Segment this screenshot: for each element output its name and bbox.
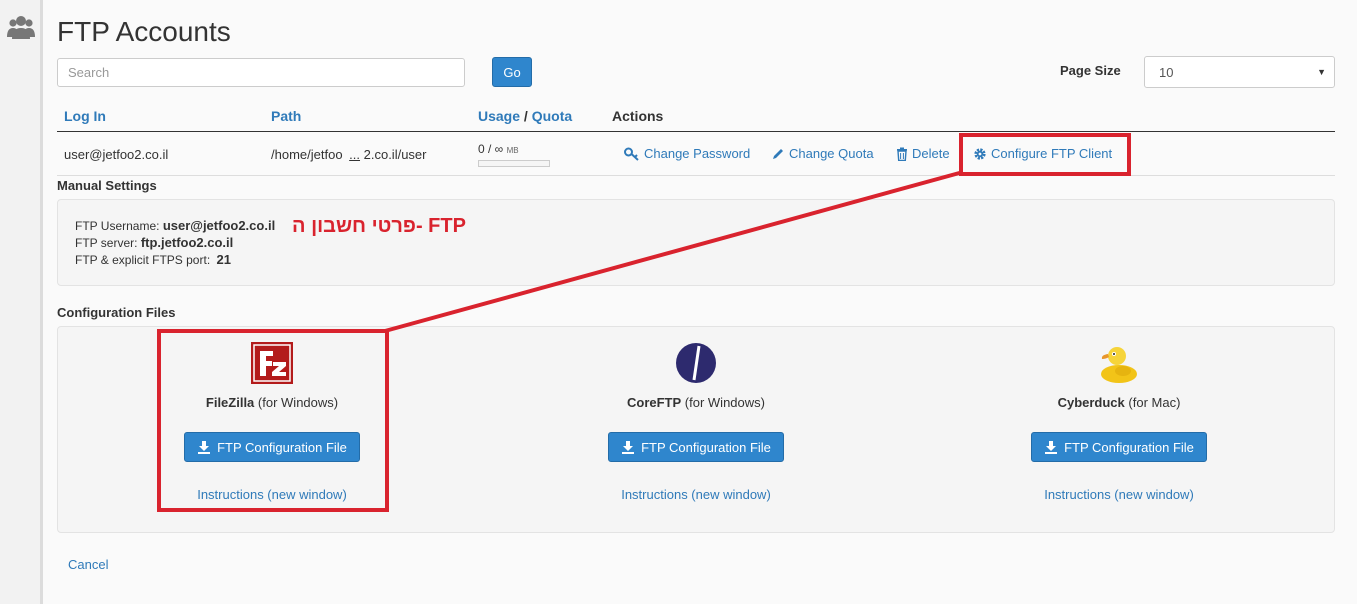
left-nav-rail	[0, 0, 43, 604]
download-button-label: FTP Configuration File	[1064, 439, 1194, 455]
coreftp-download-button[interactable]: FTP Configuration File	[608, 432, 784, 462]
coreftp-logo-icon	[676, 343, 716, 383]
delete-label: Delete	[912, 146, 950, 161]
change-password-link[interactable]: Change Password	[624, 146, 750, 161]
column-header-quota[interactable]: Quota	[532, 108, 572, 124]
change-quota-label: Change Quota	[789, 146, 874, 161]
configuration-files-title: Configuration Files	[57, 305, 176, 320]
coreftp-instructions-link[interactable]: Instructions (new window)	[566, 487, 826, 502]
key-icon	[624, 147, 639, 161]
account-path: /home/jetfoo ... 2.co.il/user	[271, 147, 427, 162]
account-path-end: 2.co.il/user	[360, 147, 427, 162]
client-platform: (for Windows)	[684, 395, 765, 410]
usage-progress-bar	[478, 160, 550, 167]
table-row-divider	[57, 175, 1335, 176]
download-button-label: FTP Configuration File	[641, 439, 771, 455]
usage-value: 0 / ∞	[478, 142, 504, 156]
column-header-usage[interactable]: Usage	[478, 108, 520, 124]
highlight-box-filezilla	[157, 329, 389, 512]
client-name: Cyberduck	[1057, 395, 1125, 410]
column-header-path[interactable]: Path	[271, 108, 301, 124]
change-quota-link[interactable]: Change Quota	[771, 146, 874, 161]
annotation-note: פרטי חשבון ה- FTP	[292, 215, 466, 237]
go-button[interactable]: Go	[492, 57, 532, 87]
ftp-username-value: user@jetfoo2.co.il	[162, 218, 276, 233]
ftp-server-line: FTP server: ftp.jetfoo2.co.il	[75, 235, 233, 250]
manual-settings-title: Manual Settings	[57, 178, 157, 193]
pencil-icon	[773, 148, 783, 159]
path-expand-link[interactable]: ...	[349, 147, 360, 162]
ftp-server-label: FTP server:	[75, 236, 138, 250]
manual-settings-panel	[57, 199, 1335, 286]
change-password-label: Change Password	[644, 146, 751, 161]
cyberduck-instructions-link[interactable]: Instructions (new window)	[989, 487, 1249, 502]
search-input[interactable]	[57, 58, 465, 87]
ftp-port-label: FTP & explicit FTPS port:	[75, 253, 211, 267]
column-header-actions: Actions	[612, 108, 664, 124]
users-icon[interactable]	[7, 13, 35, 41]
column-header-usage-quota: Usage / Quota	[478, 108, 572, 124]
account-path-start: /home/jetfoo	[271, 147, 343, 162]
client-card-cyberduck: Cyberduck (for Mac) FTP Configuration Fi…	[989, 340, 1249, 502]
chevron-down-icon: ▼	[1317, 67, 1326, 77]
cyberduck-logo-icon	[1101, 347, 1137, 383]
page-size-select[interactable]: 10 ▼	[1144, 56, 1335, 88]
trash-icon	[897, 147, 907, 161]
page-title: FTP Accounts	[57, 16, 231, 47]
highlight-box-configure	[959, 133, 1131, 176]
client-name-line: CoreFTP (for Windows)	[566, 395, 826, 410]
ftp-port-line: FTP & explicit FTPS port: 21	[75, 252, 231, 267]
ftp-server-value: ftp.jetfoo2.co.il	[140, 235, 234, 250]
cancel-link[interactable]: Cancel	[68, 557, 108, 572]
ftp-username-label: FTP Username:	[75, 219, 160, 233]
usage-unit: MB	[506, 146, 519, 155]
usage-text: 0 / ∞ MB	[478, 142, 519, 156]
column-header-separator: /	[523, 108, 528, 124]
cyberduck-download-button[interactable]: FTP Configuration File	[1031, 432, 1207, 462]
ftp-username-line: FTP Username: user@jetfoo2.co.il	[75, 218, 275, 233]
download-icon	[1045, 441, 1058, 454]
client-card-coreftp: CoreFTP (for Windows) FTP Configuration …	[566, 340, 826, 502]
delete-link[interactable]: Delete	[896, 146, 950, 161]
client-name-line: Cyberduck (for Mac)	[989, 395, 1249, 410]
client-platform: (for Mac)	[1128, 395, 1181, 410]
download-icon	[622, 441, 635, 454]
table-header-divider	[57, 131, 1335, 132]
column-header-login[interactable]: Log In	[64, 108, 106, 124]
account-login: user@jetfoo2.co.il	[64, 147, 169, 162]
ftp-port-value: 21	[216, 252, 231, 267]
page-size-value: 10	[1159, 65, 1174, 80]
page-size-label: Page Size	[1060, 63, 1121, 78]
client-name: CoreFTP	[627, 395, 682, 410]
